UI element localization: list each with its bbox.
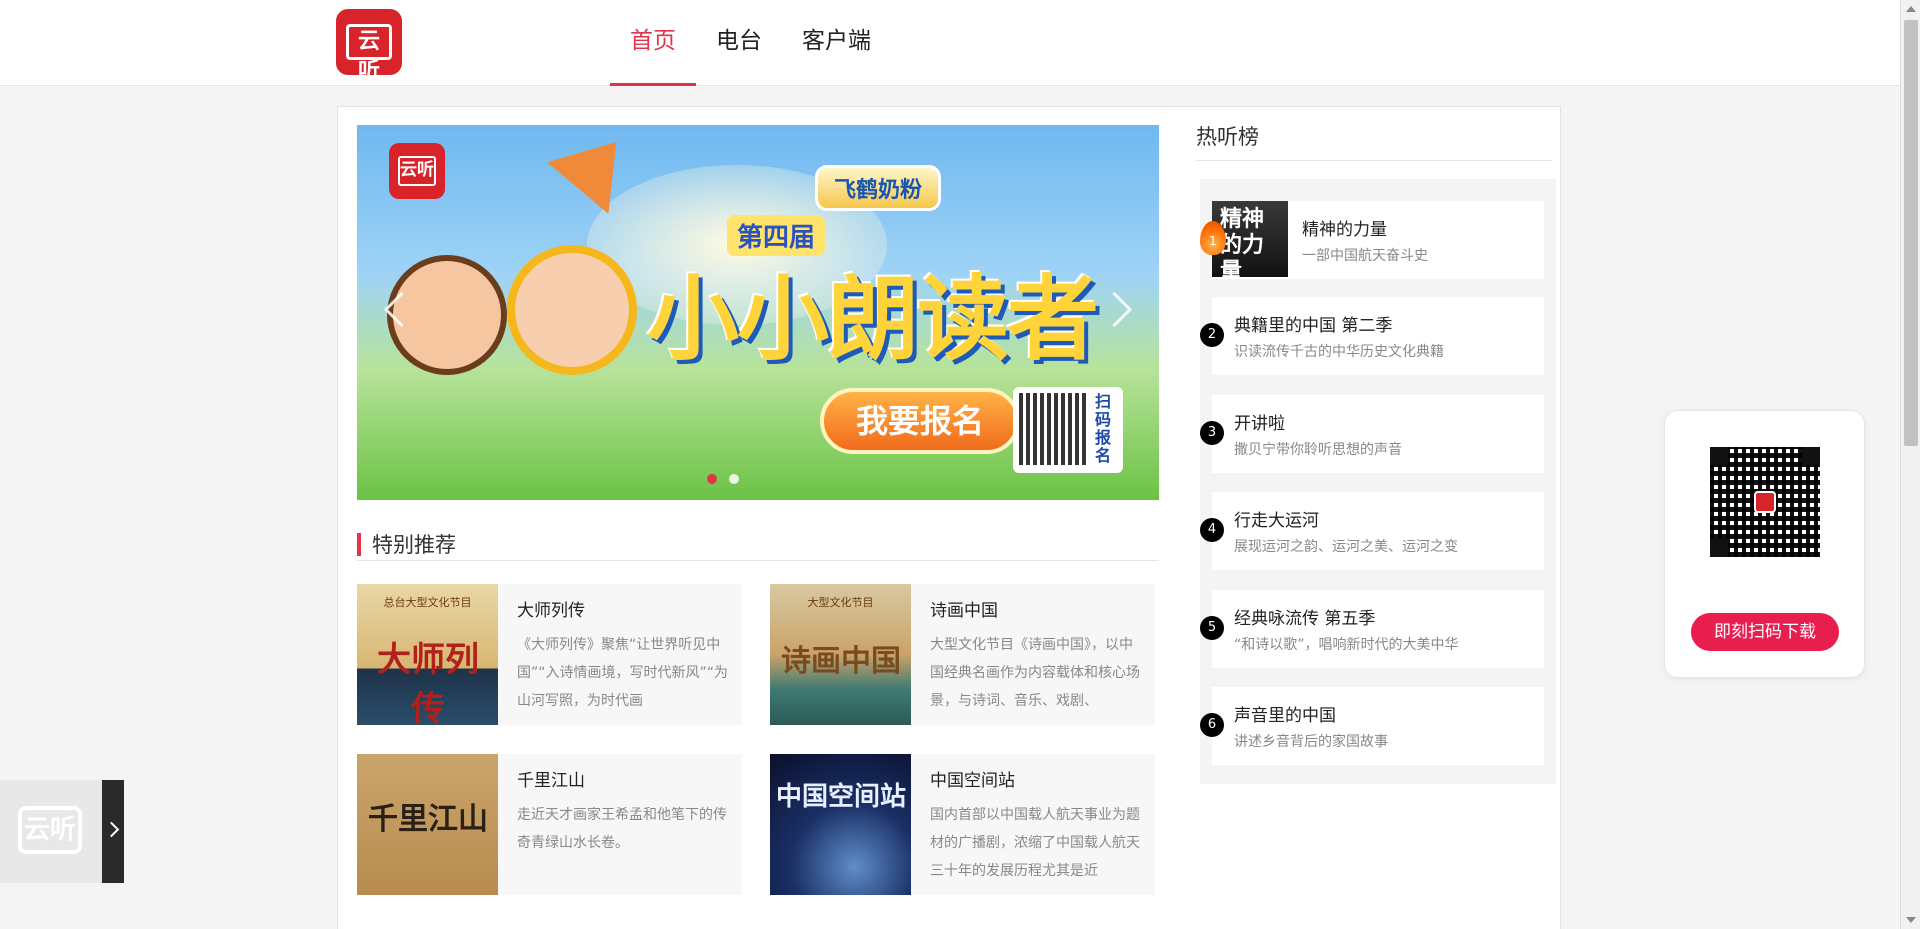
cover-title: 千里江山 bbox=[368, 802, 488, 837]
cover-caption: 大型文化节目 bbox=[807, 596, 874, 609]
top-header: 云听 首页 电台 客户端 bbox=[0, 0, 1900, 86]
hot-item-name: 典籍里的中国 第二季 bbox=[1234, 316, 1393, 336]
hot-item-sub: 讲述乡音背后的家国故事 bbox=[1234, 734, 1388, 750]
hot-rank: 5 bbox=[1200, 616, 1224, 640]
scroll-up-icon[interactable] bbox=[1906, 6, 1916, 12]
card-desc: 走近天才画家王希孟和他笔下的传奇青绿山水长卷。 bbox=[517, 807, 727, 851]
hot-item-name: 开讲啦 bbox=[1234, 414, 1285, 434]
banner-qr-text: 扫码报名 bbox=[1095, 392, 1112, 465]
hot-rank: 3 bbox=[1200, 421, 1224, 445]
hot-item-name: 经典咏流传 第五季 bbox=[1234, 609, 1376, 629]
hot-item-sub: 展现运河之韵、运河之美、运河之变 bbox=[1234, 539, 1458, 555]
hot-item-6[interactable]: 6 声音里的中国 讲述乡音背后的家国故事 bbox=[1200, 687, 1544, 765]
hot-item-3[interactable]: 3 开讲啦 撒贝宁带你聆听思想的声音 bbox=[1200, 395, 1544, 473]
chevron-right-icon[interactable] bbox=[102, 780, 124, 883]
banner-carousel[interactable]: 云听 飞鹤奶粉 第四届 小小朗读者 我要报名 扫码报名 bbox=[357, 125, 1159, 500]
hot-item-4[interactable]: 4 行走大运河 展现运河之韵、运河之美、运河之变 bbox=[1200, 492, 1544, 570]
app-mini-logo-icon bbox=[1754, 491, 1776, 513]
section-accent-bar bbox=[357, 533, 361, 556]
site-logo[interactable]: 云听 bbox=[336, 9, 402, 84]
hot-rank: 6 bbox=[1200, 713, 1224, 737]
cover-title: 大师列传 bbox=[377, 640, 479, 725]
carousel-dot-1[interactable] bbox=[707, 474, 717, 484]
hot-list-title: 热听榜 bbox=[1196, 117, 1552, 161]
recommend-card-qianli[interactable]: 千里江山 千里江山 走近天才画家王希孟和他笔下的传奇青绿山水长卷。 bbox=[357, 754, 742, 895]
carousel-dots bbox=[707, 474, 739, 484]
main-content: 云听 飞鹤奶粉 第四届 小小朗读者 我要报名 扫码报名 特别推荐 总台大型文化节… bbox=[337, 106, 1561, 929]
carousel-next-arrow-icon[interactable] bbox=[1105, 285, 1135, 335]
hot-rank: 4 bbox=[1200, 518, 1224, 542]
flame-icon: 1 bbox=[1200, 221, 1226, 255]
hot-item-sub: “和诗以歌”，唱响新时代的大美中华 bbox=[1234, 637, 1459, 653]
qr-code-icon bbox=[1710, 447, 1820, 557]
logo-glyph: 云听 bbox=[346, 24, 392, 84]
hot-item-sub: 识读流传千古的中华历史文化典籍 bbox=[1234, 344, 1444, 360]
card-cover: 大型文化节目 诗画中国 bbox=[770, 584, 911, 725]
hot-list: 精神的力量 1 精神的力量 一部中国航天奋斗史 2 典籍里的中国 第二季 识读流… bbox=[1200, 179, 1556, 784]
hot-rank: 1 bbox=[1209, 234, 1217, 248]
hot-item-2[interactable]: 2 典籍里的中国 第二季 识读流传千古的中华历史文化典籍 bbox=[1200, 297, 1544, 375]
banner-illustration bbox=[377, 225, 637, 485]
hot-item-sub: 一部中国航天奋斗史 bbox=[1302, 248, 1428, 264]
nav-radio[interactable]: 电台 bbox=[696, 0, 782, 86]
recommend-card-shihua[interactable]: 大型文化节目 诗画中国 诗画中国 大型文化节目《诗画中国》，以中国经典名画作为内… bbox=[770, 584, 1155, 725]
hot-item-sub: 撒贝宁带你聆听思想的声音 bbox=[1234, 442, 1402, 458]
scrollbar-thumb[interactable] bbox=[1904, 20, 1918, 446]
recommend-section-header: 特别推荐 bbox=[357, 525, 1159, 561]
qr-code-icon bbox=[1019, 393, 1087, 465]
main-nav: 首页 电台 客户端 bbox=[610, 0, 891, 86]
hot-item-5[interactable]: 5 经典咏流传 第五季 “和诗以歌”，唱响新时代的大美中华 bbox=[1200, 590, 1544, 668]
recommend-card-space[interactable]: 中国空间站 中国空间站 国内首部以中国载人航天事业为题材的广播剧，浓缩了中国载人… bbox=[770, 754, 1155, 895]
card-cover: 总台大型文化节目 大师列传 bbox=[357, 584, 498, 725]
nav-home[interactable]: 首页 bbox=[610, 0, 696, 86]
card-title: 诗画中国 bbox=[930, 601, 998, 621]
banner-logo-text: 云听 bbox=[398, 156, 436, 186]
download-button[interactable]: 即刻扫码下载 bbox=[1691, 613, 1839, 651]
recommend-title: 特别推荐 bbox=[372, 533, 456, 557]
carousel-prev-arrow-icon[interactable] bbox=[381, 285, 411, 335]
hot-item-name: 声音里的中国 bbox=[1234, 706, 1336, 726]
cover-caption: 总台大型文化节目 bbox=[383, 596, 472, 609]
banner-headline: 小小朗读者 bbox=[647, 266, 1099, 373]
banner-signup-button[interactable]: 我要报名 bbox=[820, 388, 1020, 454]
hot-item-name: 行走大运河 bbox=[1234, 511, 1319, 531]
card-cover: 千里江山 bbox=[357, 754, 498, 895]
nav-client[interactable]: 客户端 bbox=[782, 0, 891, 86]
kid-girl-illustration bbox=[507, 245, 637, 375]
cover-title: 中国空间站 bbox=[776, 782, 907, 812]
card-cover: 中国空间站 bbox=[770, 754, 911, 895]
banner-logo: 云听 bbox=[389, 143, 445, 199]
hot-rank: 2 bbox=[1200, 323, 1224, 347]
carousel-dot-2[interactable] bbox=[729, 474, 739, 484]
hot-cover-text: 精神的力量 bbox=[1220, 207, 1265, 277]
page-scrollbar[interactable] bbox=[1900, 0, 1920, 929]
card-desc: 国内首部以中国载人航天事业为题材的广播剧，浓缩了中国载人航天三十年的发展历程尤其… bbox=[930, 807, 1140, 879]
recommend-card-dashi[interactable]: 总台大型文化节目 大师列传 大师列传 《大师列传》聚焦“让世界听见中国”“入诗情… bbox=[357, 584, 742, 725]
hot-item-name: 精神的力量 bbox=[1302, 220, 1387, 240]
cover-title: 诗画中国 bbox=[781, 644, 901, 679]
card-title: 中国空间站 bbox=[930, 771, 1015, 791]
side-tab-body: 云听 bbox=[0, 780, 102, 883]
download-qr-panel: 即刻扫码下载 bbox=[1664, 410, 1865, 678]
card-desc: 《大师列传》聚焦“让世界听见中国”“入诗情画境，写时代新风”“为山河写照，为时代… bbox=[517, 637, 729, 709]
banner-qr-code: 扫码报名 bbox=[1013, 387, 1123, 473]
side-float-tab[interactable]: 云听 bbox=[0, 780, 124, 883]
scroll-down-icon[interactable] bbox=[1906, 917, 1916, 923]
banner-sponsor: 飞鹤奶粉 bbox=[815, 165, 942, 211]
card-desc: 大型文化节目《诗画中国》，以中国经典名画作为内容载体和核心场景，与诗词、音乐、戏… bbox=[930, 637, 1140, 709]
side-tab-logo: 云听 bbox=[18, 806, 82, 854]
card-title: 千里江山 bbox=[517, 771, 585, 791]
hot-item-1[interactable]: 精神的力量 1 精神的力量 一部中国航天奋斗史 bbox=[1200, 201, 1544, 279]
card-title: 大师列传 bbox=[517, 601, 585, 621]
